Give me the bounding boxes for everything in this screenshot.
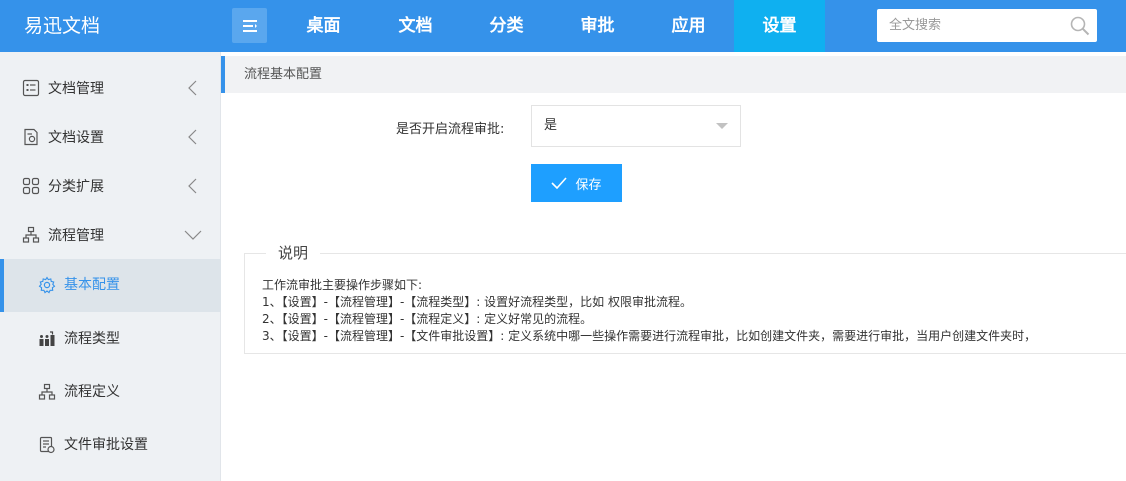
list-icon <box>22 79 40 96</box>
app-title: 易迅文档 <box>24 15 101 37</box>
sidebar-subitem-file-approval-settings[interactable]: 文件审批设置 <box>0 419 221 472</box>
sidebar-item-label: 文档设置 <box>48 129 104 146</box>
nav-categories[interactable]: 分类 <box>461 0 552 52</box>
notes-line: 2、【设置】-【流程管理】-【流程定义】: 定义好常见的流程。 <box>262 312 593 326</box>
sidebar-item-label: 分类扩展 <box>48 178 104 195</box>
org-tree-icon <box>22 226 40 243</box>
nav-apps[interactable]: 应用 <box>643 0 734 52</box>
sidebar-subitem-label: 流程定义 <box>64 384 120 400</box>
nav-desktop[interactable]: 桌面 <box>277 0 370 52</box>
sidebar-subitem-label: 流程类型 <box>64 331 120 347</box>
page-title: 流程基本配置 <box>244 67 323 82</box>
check-icon <box>551 177 568 189</box>
notes-text: 工作流审批主要操作步骤如下: 1、【设置】-【流程管理】-【流程类型】: 设置好… <box>262 277 1036 345</box>
sidebar-item-doc-settings[interactable]: 文档设置 <box>0 112 221 161</box>
menu-icon <box>242 19 257 32</box>
chevron-left-icon <box>188 129 197 144</box>
gear-icon <box>38 276 56 294</box>
search-icon[interactable] <box>1069 15 1091 37</box>
org-tree-icon <box>38 383 56 400</box>
breadcrumb: 流程基本配置 <box>221 56 1126 93</box>
notes-line: 工作流审批主要操作步骤如下: <box>262 278 423 292</box>
sidebar-item-label: 流程管理 <box>48 227 104 244</box>
menu-toggle-button[interactable] <box>232 8 267 43</box>
sidebar-subitem-label: 基本配置 <box>64 277 120 293</box>
enable-approval-select[interactable]: 是 <box>531 105 741 147</box>
sidebar-subitem-flow-type[interactable]: 流程类型 <box>0 313 221 366</box>
nav-documents[interactable]: 文档 <box>370 0 461 52</box>
sidebar-item-doc-management[interactable]: 文档管理 <box>0 63 221 112</box>
sidebar-item-flow-management[interactable]: 流程管理 <box>0 210 221 259</box>
chevron-left-icon <box>188 80 197 95</box>
chevron-down-icon <box>184 230 202 240</box>
save-button-label: 保存 <box>575 176 602 192</box>
sidebar-subitem-flow-definition[interactable]: 流程定义 <box>0 366 221 419</box>
notes-line: 3、【设置】-【流程管理】-【文件审批设置】: 定义系统中哪一些操作需要进行流程… <box>262 329 1037 343</box>
flow-type-icon <box>39 331 55 346</box>
sidebar-item-category-ext[interactable]: 分类扩展 <box>0 161 221 210</box>
sidebar-item-label: 文档管理 <box>48 80 104 97</box>
notes-legend: 说明 <box>266 243 321 263</box>
nav-settings[interactable]: 设置 <box>734 0 825 52</box>
sidebar-subitem-label: 文件审批设置 <box>64 437 148 453</box>
sidebar: 文档管理 文档设置 分类扩展 流程管理 基本配置 流程类型 流程定义 文件审批设… <box>0 52 221 481</box>
enable-approval-label: 是否开启流程审批: <box>396 122 505 137</box>
search-box <box>877 9 1097 42</box>
clipboard-icon <box>39 436 55 454</box>
chevron-left-icon <box>188 178 197 193</box>
caret-down-icon <box>716 123 728 129</box>
save-button[interactable]: 保存 <box>531 164 622 202</box>
main-nav: 桌面 文档 分类 审批 应用 设置 <box>277 0 825 52</box>
active-indicator <box>0 259 4 312</box>
top-bar: 易迅文档 桌面 文档 分类 审批 应用 设置 <box>0 0 1126 52</box>
doc-settings-icon <box>24 128 38 145</box>
search-input[interactable] <box>877 9 1065 42</box>
sidebar-subitem-basic-config[interactable]: 基本配置 <box>0 259 221 312</box>
notes-line: 1、【设置】-【流程管理】-【流程类型】: 设置好流程类型，比如 权限审批流程。 <box>262 295 692 309</box>
select-value: 是 <box>544 118 558 133</box>
nav-approval[interactable]: 审批 <box>552 0 643 52</box>
grid-icon <box>22 177 40 194</box>
